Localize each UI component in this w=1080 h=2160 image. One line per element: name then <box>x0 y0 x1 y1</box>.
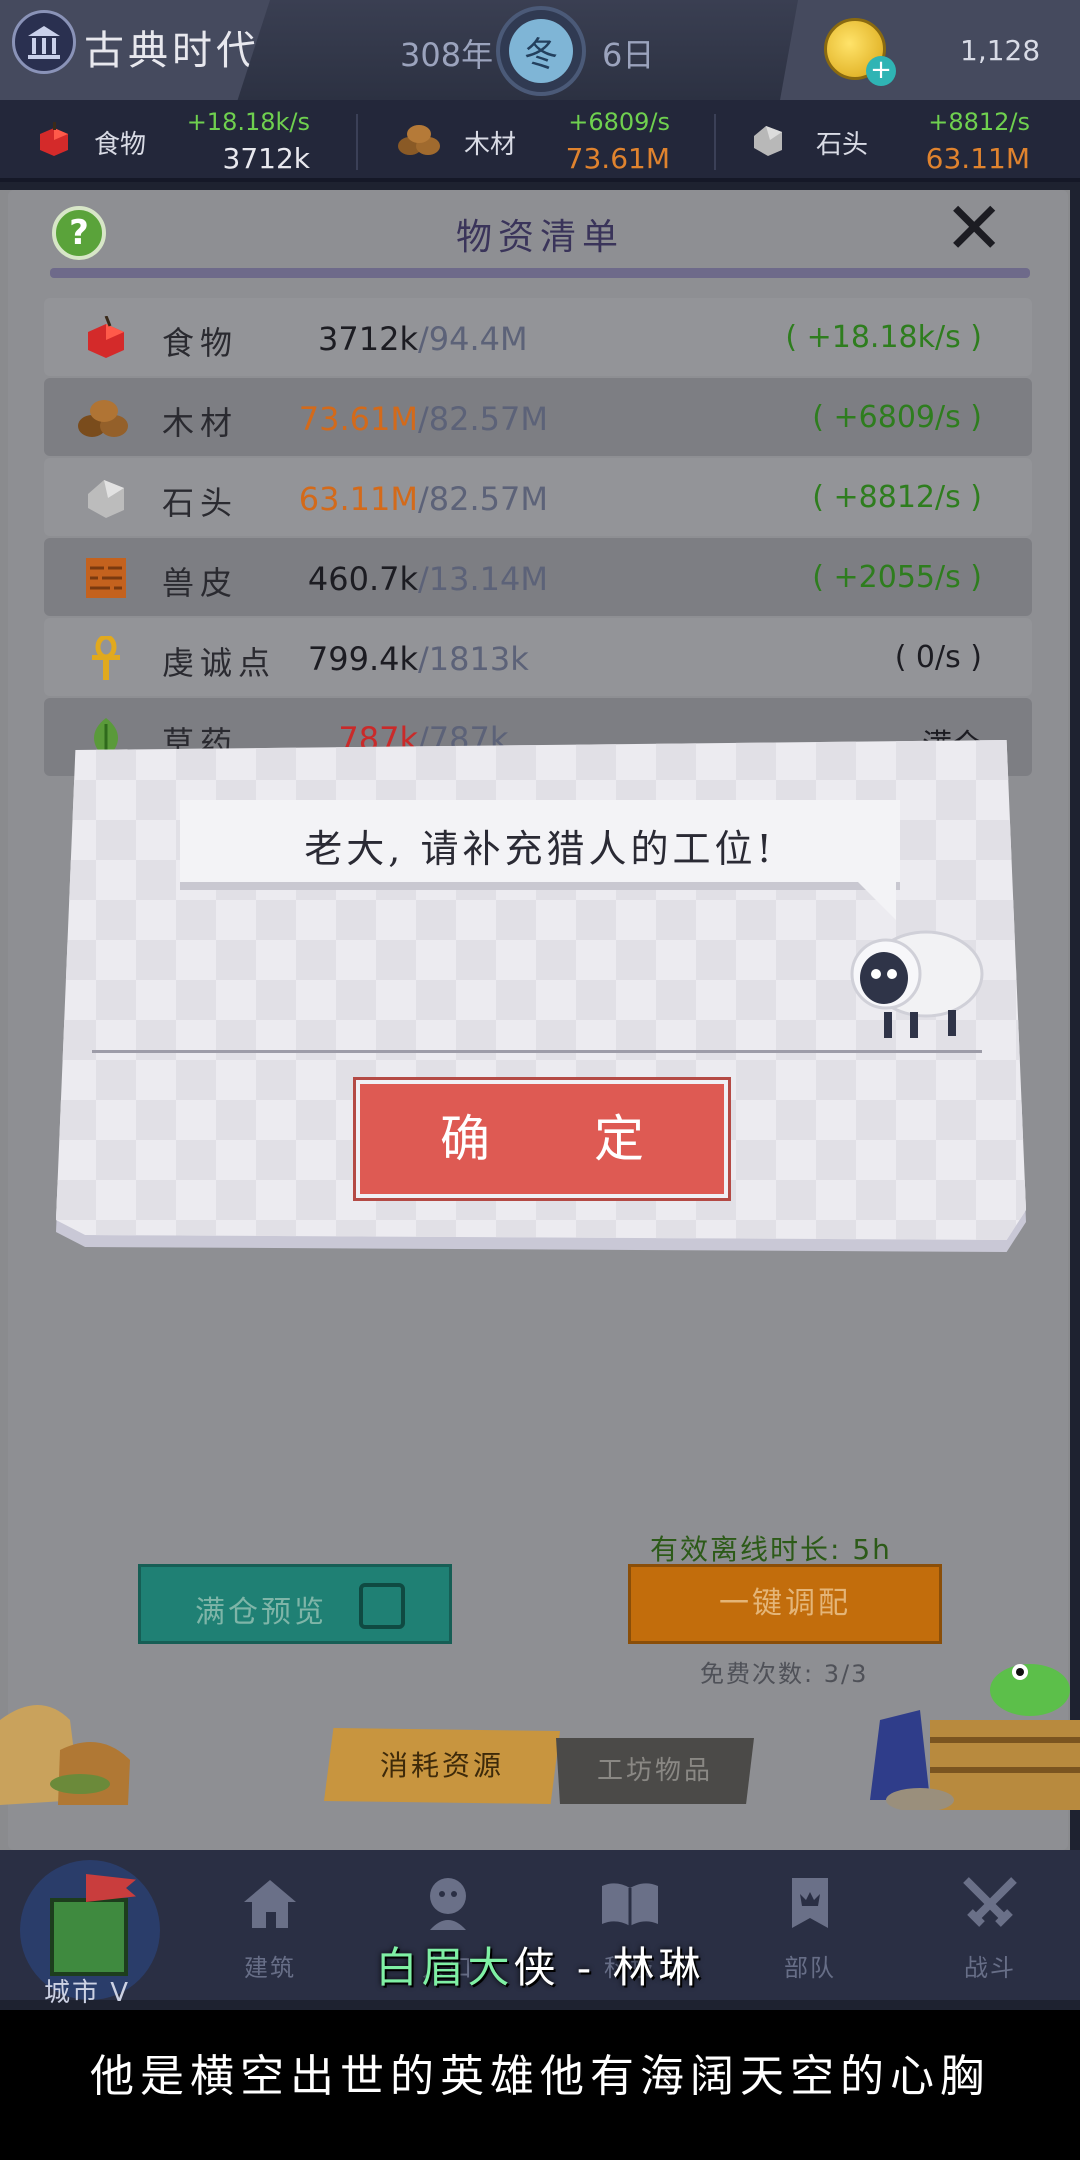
add-gold-icon[interactable]: + <box>866 56 896 86</box>
list-item: 木材 73.61M /82.57M ( +6809/s ) <box>44 378 1032 456</box>
banner-icon <box>792 1878 828 1928</box>
subtitle-speaker-highlight: 白眉大 <box>375 1943 514 1992</box>
subtitle-speaker-rest: 侠 - 林琳 <box>513 1943 705 1992</box>
season-label: 冬 <box>509 19 573 83</box>
full-preview-label: 满仓预览 <box>195 1595 327 1630</box>
dialog-message: 老大, 请补充猎人的工位! <box>304 827 776 871</box>
resource-food[interactable]: 食物 +18.18k/s 3712k <box>0 100 350 182</box>
divider <box>356 114 358 170</box>
stone-icon <box>754 126 782 156</box>
year-label: 308年 <box>400 36 494 74</box>
subtitle-line: 他是横空出世的英雄他有海阔天空的心胸 <box>90 2051 990 2102</box>
tab-workshop-items[interactable]: 工坊物品 <box>556 1738 754 1804</box>
house-icon <box>244 1880 296 1928</box>
list-item: 石头 63.11M /82.57M ( +8812/s ) <box>44 458 1032 536</box>
list-item: 兽皮 460.7k /13.14M ( +2055/s ) <box>44 538 1032 616</box>
offline-duration: 有效离线时长: 5h <box>650 1533 892 1566</box>
close-button[interactable]: ✕ <box>944 192 1008 264</box>
hint-dialog: 老大, 请补充猎人的工位! 确 定 <box>56 740 1026 1260</box>
tab-consume-resources[interactable]: 消耗资源 <box>324 1728 560 1804</box>
dialog-divider <box>92 1050 982 1053</box>
title-underline <box>50 268 1030 278</box>
era-section[interactable]: 古典时代 <box>0 0 270 100</box>
resource-wood[interactable]: 木材 +6809/s 73.61M <box>360 100 710 182</box>
hide-icon <box>86 558 126 598</box>
era-name: 古典时代 <box>84 28 260 74</box>
season-indicator: 冬 <box>496 6 586 96</box>
wood-icon <box>398 125 440 155</box>
one-click-dispatch-button[interactable]: 一键调配 <box>628 1564 942 1644</box>
resource-stone[interactable]: 石头 +8812/s 63.11M <box>720 100 1070 182</box>
sacks-decoration-icon <box>0 1705 130 1805</box>
confirm-button[interactable]: 确 定 <box>356 1080 728 1198</box>
person-icon <box>430 1878 466 1930</box>
era-temple-icon <box>12 10 76 74</box>
sheep-mascot-icon <box>850 930 984 1038</box>
wood-icon <box>78 400 128 437</box>
stone-icon <box>88 480 124 518</box>
apple-icon <box>88 316 124 358</box>
resource-bar: 食物 +18.18k/s 3712k 木材 +6809/s 73.61M 石头 … <box>0 100 1080 182</box>
apple-icon <box>40 122 68 156</box>
resource-list: 食物 3712k /94.4M ( +18.18k/s ) 木材 73.61M … <box>44 298 1032 778</box>
crate-frog-decoration-icon <box>870 1664 1080 1810</box>
ankh-icon <box>92 636 120 680</box>
subtitle-speaker: 白眉大侠 - 林琳 <box>0 1934 1080 1995</box>
full-preview-checkbox[interactable] <box>359 1583 405 1629</box>
swords-icon <box>963 1877 1017 1927</box>
free-count: 免费次数: 3/3 <box>700 1660 869 1688</box>
book-icon <box>602 1883 658 1926</box>
day-label: 6日 <box>602 36 655 74</box>
panel-title: 物资清单 <box>455 217 624 258</box>
divider <box>714 114 716 170</box>
list-item: 食物 3712k /94.4M ( +18.18k/s ) <box>44 298 1032 376</box>
top-status-bar: 古典时代 308年 冬 6日 + 1,128 <box>0 0 1080 100</box>
full-preview-toggle[interactable]: 满仓预览 <box>138 1564 452 1644</box>
gold-amount: 1,128 <box>960 34 1041 67</box>
speech-bubble: 老大, 请补充猎人的工位! <box>180 800 900 890</box>
list-item: 虔诚点 799.4k /1813k ( 0/s ) <box>44 618 1032 696</box>
